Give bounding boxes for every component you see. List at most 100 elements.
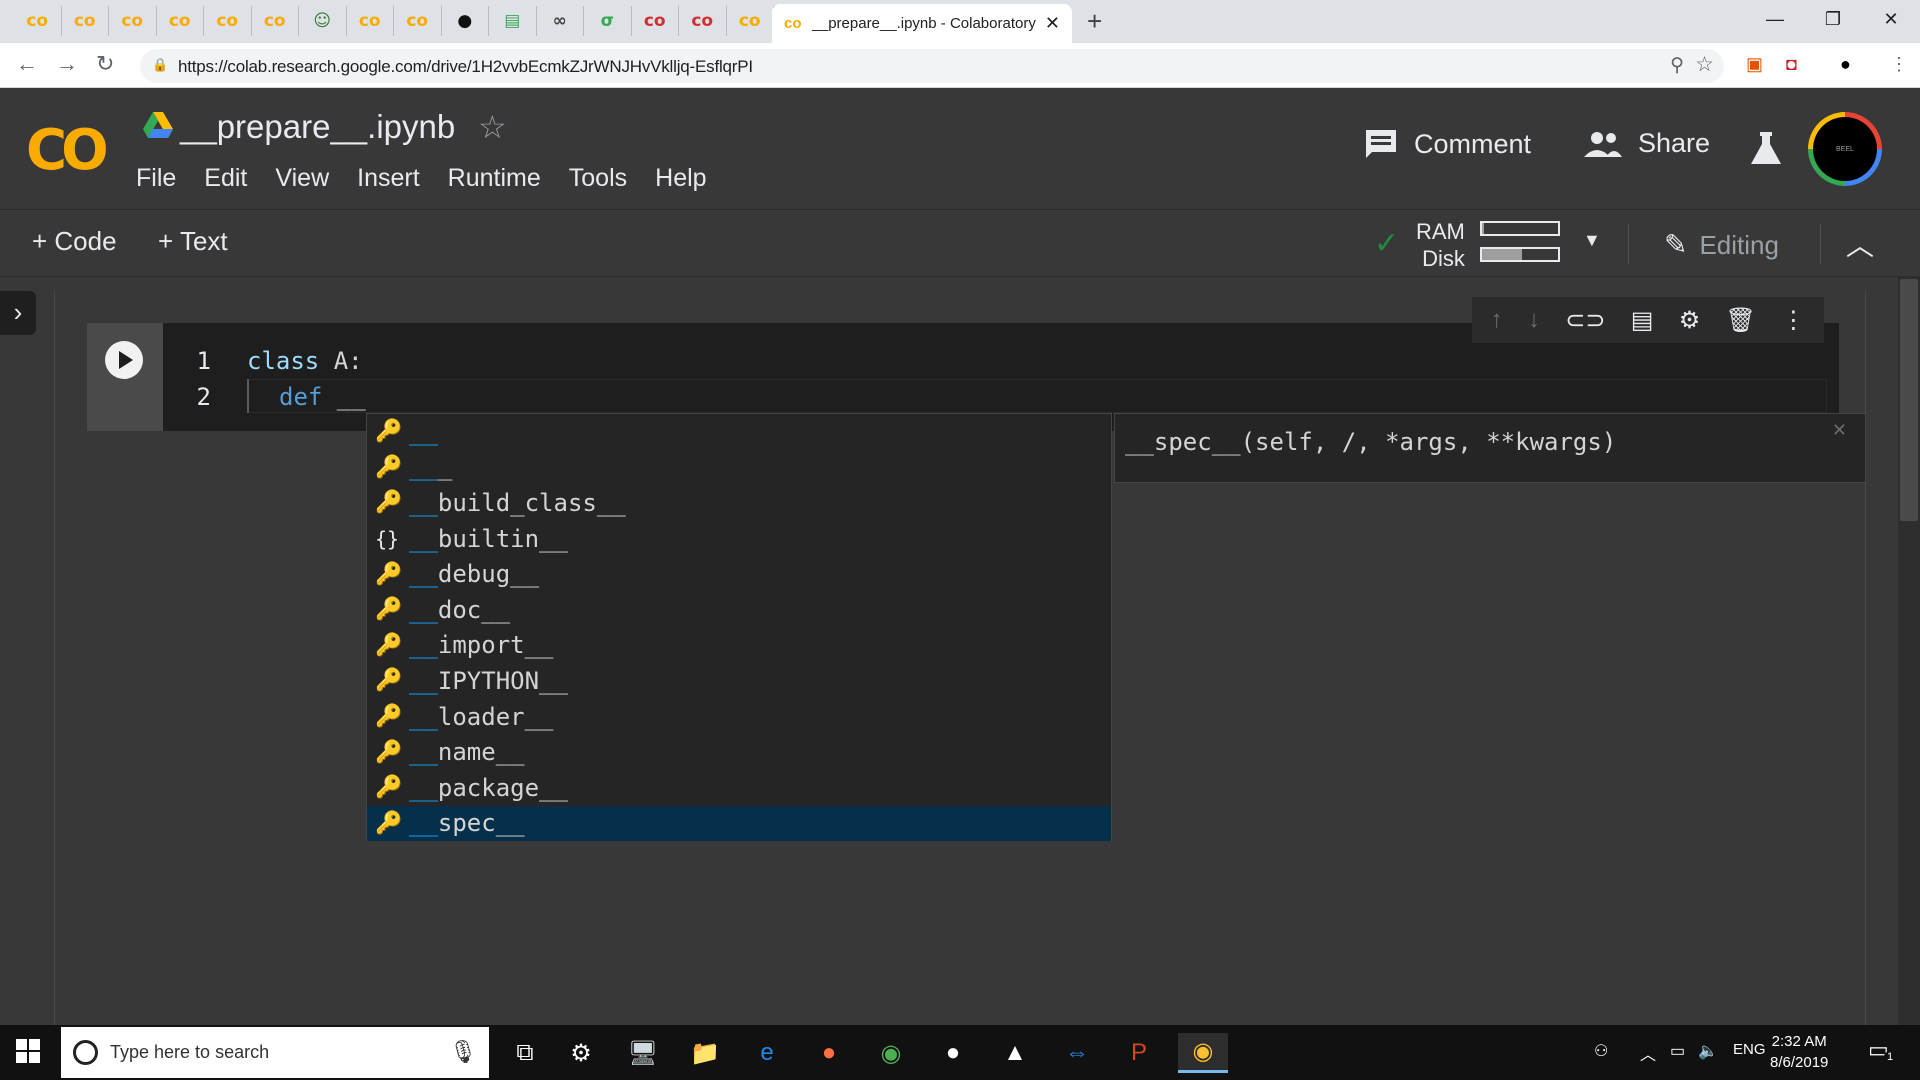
account-avatar[interactable]: BEEL	[1808, 112, 1882, 186]
close-icon[interactable]: ✕	[1832, 420, 1847, 441]
autocomplete-item[interactable]: 🔑 __ import__	[367, 628, 1111, 664]
show-hidden-icons[interactable]: ︿	[1640, 1041, 1656, 1065]
pinned-tab[interactable]: ∞	[537, 6, 584, 36]
pinned-tab[interactable]: co	[252, 6, 299, 36]
scrollbar-thumb[interactable]	[1900, 279, 1918, 521]
ram-meter[interactable]	[1480, 221, 1560, 236]
resource-labels[interactable]: RAM Disk	[1416, 218, 1465, 272]
reload-button[interactable]: ↻	[96, 51, 114, 77]
edge-icon[interactable]: e	[742, 1033, 792, 1073]
computer-icon[interactable]: 🖥	[618, 1033, 668, 1073]
maximize-button[interactable]: ❐	[1804, 0, 1862, 40]
chrome-menu-icon[interactable]: ⋮	[1890, 54, 1908, 75]
pinned-tab[interactable]: co	[394, 6, 442, 36]
task-view-icon[interactable]: ⧉	[500, 1033, 550, 1073]
pinned-tab[interactable]: ▤	[489, 6, 537, 36]
battery-icon[interactable]: ▭	[1670, 1041, 1685, 1061]
pinned-tab[interactable]: co	[157, 6, 204, 36]
windows-search-box[interactable]: Type here to search 🎙	[61, 1027, 489, 1078]
arrow-down-icon[interactable]: ↓	[1528, 306, 1540, 334]
menu-help[interactable]: Help	[655, 164, 706, 193]
system-clock[interactable]: 2:32 AM 8/6/2019	[1770, 1031, 1828, 1073]
teamviewer-icon[interactable]: ⇔	[1052, 1033, 1102, 1073]
settings-icon[interactable]: ⚙	[556, 1033, 606, 1073]
colab-logo[interactable]: CO	[26, 118, 109, 183]
comment-button[interactable]: Comment	[1364, 128, 1531, 160]
people-tray-icon[interactable]: ⚇	[1594, 1041, 1608, 1061]
windows-start-icon[interactable]	[16, 1039, 40, 1063]
autocomplete-item[interactable]: 🔑 __ loader__	[367, 699, 1111, 735]
pinned-tab[interactable]: ☺	[299, 6, 347, 36]
action-center-icon[interactable]: ▭ 1	[1868, 1037, 1897, 1063]
autocomplete-item[interactable]: 🔑 __ debug__	[367, 556, 1111, 592]
expand-sidebar-icon[interactable]: ›	[0, 291, 36, 335]
add-code-cell-button[interactable]: + Code	[32, 226, 117, 257]
autocomplete-item[interactable]: 🔑 __ build_class__	[367, 485, 1111, 521]
google-drive-icon[interactable]	[143, 112, 173, 138]
github-desktop-icon[interactable]: ●	[928, 1033, 978, 1073]
arrow-up-icon[interactable]: ↑	[1491, 306, 1503, 334]
pinned-tab[interactable]: ●	[442, 6, 489, 36]
collapse-header-icon[interactable]: ︿	[1846, 224, 1874, 264]
photos-icon[interactable]: ▲	[990, 1033, 1040, 1073]
autocomplete-item[interactable]: {} __ builtin__	[367, 521, 1111, 557]
disk-meter[interactable]	[1480, 247, 1560, 262]
add-text-cell-button[interactable]: + Text	[158, 226, 228, 257]
run-cell-button[interactable]	[105, 341, 143, 379]
active-tab[interactable]: co __prepare__.ipynb - Colaboratory ✕	[772, 4, 1072, 43]
comment-icon[interactable]: ▤	[1631, 306, 1654, 335]
cast-extension-icon[interactable]: ▣	[1746, 54, 1763, 75]
chrome-icon[interactable]: ◉	[866, 1033, 916, 1073]
share-button[interactable]: Share	[1584, 128, 1710, 159]
close-window-button[interactable]: ✕	[1862, 0, 1920, 40]
new-tab-button[interactable]: +	[1087, 6, 1102, 37]
star-notebook-icon[interactable]: ☆	[478, 108, 507, 146]
link-icon[interactable]: ⊂⊃	[1565, 306, 1605, 335]
menu-view[interactable]: View	[275, 164, 329, 193]
flask-icon[interactable]	[1750, 132, 1782, 166]
menu-edit[interactable]: Edit	[204, 164, 247, 193]
runtime-dropdown-icon[interactable]: ▼	[1583, 230, 1601, 251]
autocomplete-item[interactable]: 🔑 __ name__	[367, 734, 1111, 770]
pinned-tab[interactable]: co	[14, 6, 62, 36]
pinned-tab[interactable]: co	[347, 6, 394, 36]
pinned-tab[interactable]: co	[679, 6, 727, 36]
menu-file[interactable]: File	[136, 164, 176, 193]
pinned-tab[interactable]: σ	[584, 6, 632, 36]
pocket-extension-icon[interactable]: ◘	[1786, 54, 1797, 75]
zoom-icon[interactable]: ⚲	[1670, 54, 1684, 77]
autocomplete-item[interactable]: 🔑 __ doc__	[367, 592, 1111, 628]
code-editor[interactable]: 1 class A: 2 def __	[175, 343, 366, 415]
autocomplete-item[interactable]: 🔑 __	[367, 414, 1111, 450]
editing-mode-button[interactable]: ✎ Editing	[1664, 228, 1779, 261]
firefox-icon[interactable]: ●	[804, 1033, 854, 1073]
minimize-button[interactable]: —	[1746, 0, 1804, 40]
bookmark-star-icon[interactable]: ☆	[1695, 52, 1714, 77]
volume-icon[interactable]: 🔈	[1698, 1041, 1718, 1061]
menu-runtime[interactable]: Runtime	[448, 164, 541, 193]
menu-insert[interactable]: Insert	[357, 164, 420, 193]
file-explorer-icon[interactable]: 📁	[680, 1033, 730, 1073]
vertical-scrollbar[interactable]	[1898, 277, 1920, 1025]
tab-close-icon[interactable]: ✕	[1045, 13, 1060, 34]
pinned-tab[interactable]: co	[204, 6, 252, 36]
powerpoint-icon[interactable]: P	[1114, 1033, 1164, 1073]
notebook-title[interactable]: __prepare__.ipynb	[180, 108, 455, 146]
pinned-tab[interactable]: co	[632, 6, 679, 36]
autocomplete-item[interactable]: 🔑 __ spec__	[367, 805, 1111, 842]
pinned-tab[interactable]: co	[62, 6, 109, 36]
gear-icon[interactable]: ⚙	[1679, 306, 1701, 335]
url-text[interactable]: https://colab.research.google.com/drive/…	[178, 57, 753, 77]
more-vert-icon[interactable]: ⋮	[1781, 306, 1805, 335]
menu-tools[interactable]: Tools	[569, 164, 627, 193]
autocomplete-item[interactable]: 🔑 __ IPYTHON__	[367, 663, 1111, 699]
trash-icon[interactable]: 🗑	[1726, 306, 1756, 335]
back-button[interactable]: ←	[16, 51, 38, 77]
language-indicator[interactable]: ENG	[1733, 1041, 1766, 1058]
autocomplete-item[interactable]: 🔑 __ package__	[367, 770, 1111, 806]
autocomplete-list[interactable]: 🔑 __ 🔑 __ _ 🔑 __ build_class__{} __ builtin__ 🔑 __ d…	[366, 413, 1112, 842]
autocomplete-item[interactable]: 🔑 __ _	[367, 450, 1111, 486]
microphone-icon[interactable]: 🎙	[449, 1039, 477, 1065]
chrome-active-icon[interactable]: ◉	[1178, 1033, 1228, 1073]
profile-icon[interactable]: ●	[1840, 54, 1851, 75]
